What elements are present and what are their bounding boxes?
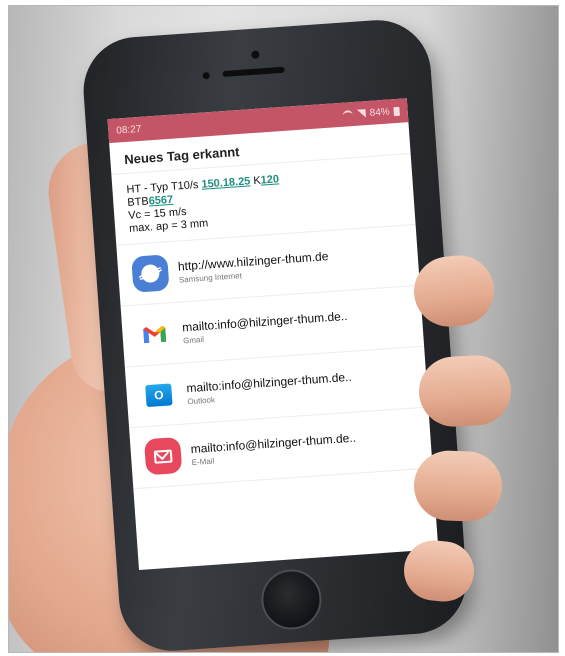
status-time: 08:27 <box>115 123 142 137</box>
wifi-icon <box>342 110 354 119</box>
home-button[interactable] <box>259 567 324 632</box>
outlook-icon: O <box>139 376 179 415</box>
phone-screen: 08:27 84% Neues Tag erkannt HT - Typ T10… <box>107 98 439 571</box>
tag-btb-text: BTB <box>126 195 150 209</box>
signal-icon <box>356 109 366 118</box>
finger-middle <box>417 353 513 429</box>
tag-link-btb[interactable]: 6567 <box>148 194 173 208</box>
app-chooser-list: http://www.hilzinger-thum.de Samsung Int… <box>116 224 433 490</box>
status-indicators: 84% <box>342 105 400 120</box>
gmail-icon <box>135 315 174 354</box>
samsung-internet-icon <box>131 254 170 293</box>
proximity-sensor <box>202 71 210 80</box>
front-camera <box>251 50 260 59</box>
tag-link-k[interactable]: 120 <box>260 173 279 186</box>
battery-percent: 84% <box>369 105 391 119</box>
email-icon <box>143 436 183 476</box>
finger-ring <box>412 449 504 523</box>
photo-background: 08:27 84% Neues Tag erkannt HT - Typ T10… <box>8 5 559 653</box>
earpiece-speaker <box>222 66 285 78</box>
battery-icon <box>393 106 400 116</box>
tag-link-number[interactable]: 150.18.25 <box>201 175 251 190</box>
